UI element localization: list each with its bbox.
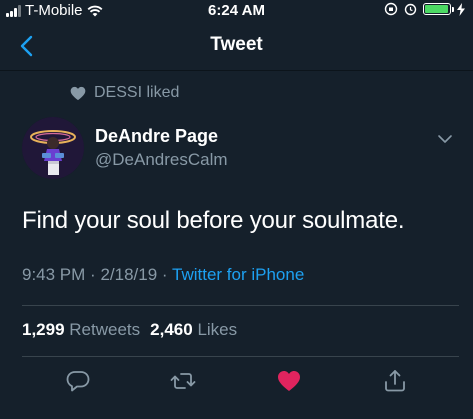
meta-separator: ·: [90, 265, 96, 284]
chevron-down-icon: [438, 135, 452, 143]
retweets-number: 1,299: [22, 320, 65, 339]
heart-icon: [70, 86, 86, 100]
divider: [22, 305, 459, 306]
retweet-button[interactable]: [170, 368, 196, 394]
author-handle[interactable]: @DeAndresCalm: [95, 150, 228, 170]
likes-count[interactable]: 2,460 Likes: [150, 320, 237, 340]
author-name[interactable]: DeAndre Page: [95, 126, 218, 147]
alarm-icon: [404, 3, 417, 16]
share-button[interactable]: [382, 368, 408, 394]
tweet-date: 2/18/19: [100, 265, 158, 284]
more-options-button[interactable]: [437, 131, 453, 147]
social-context[interactable]: DESSI liked: [70, 84, 179, 102]
status-bar: T-Mobile 6:24 AM: [0, 0, 473, 22]
tweet-detail-screen: T-Mobile 6:24 AM Tweet DESSI liked DeAnd…: [0, 0, 473, 419]
reply-button[interactable]: [65, 368, 91, 394]
avatar[interactable]: [22, 117, 84, 179]
action-bar: [0, 362, 473, 402]
tweet-time: 9:43 PM: [22, 265, 86, 284]
nav-bar: Tweet: [0, 22, 473, 71]
tweet-meta: 9:43 PM · 2/18/19 · Twitter for iPhone: [22, 265, 304, 285]
battery-level: [425, 5, 448, 13]
tweet-text: Find your soul before your soulmate.: [22, 207, 405, 234]
reply-icon: [66, 371, 90, 392]
meta-separator: ·: [161, 265, 168, 284]
share-icon: [385, 370, 405, 392]
page-title: Tweet: [210, 34, 263, 55]
retweet-icon: [170, 373, 196, 389]
orientation-lock-icon: [384, 2, 398, 16]
retweets-label: Retweets: [69, 320, 141, 339]
charging-icon: [457, 2, 465, 16]
avatar-image: [22, 117, 84, 179]
tweet-source-link[interactable]: Twitter for iPhone: [172, 265, 304, 284]
retweets-count[interactable]: 1,299 Retweets: [22, 320, 140, 340]
battery-icon: [423, 3, 454, 15]
like-button[interactable]: [276, 368, 302, 394]
divider: [22, 356, 459, 357]
engagement-counts: 1,299 Retweets 2,460 Likes: [22, 320, 237, 340]
heart-filled-icon: [278, 371, 300, 391]
status-right: [384, 2, 465, 16]
likes-number: 2,460: [150, 320, 193, 339]
social-context-label: DESSI liked: [94, 84, 180, 101]
likes-label: Likes: [197, 320, 238, 339]
